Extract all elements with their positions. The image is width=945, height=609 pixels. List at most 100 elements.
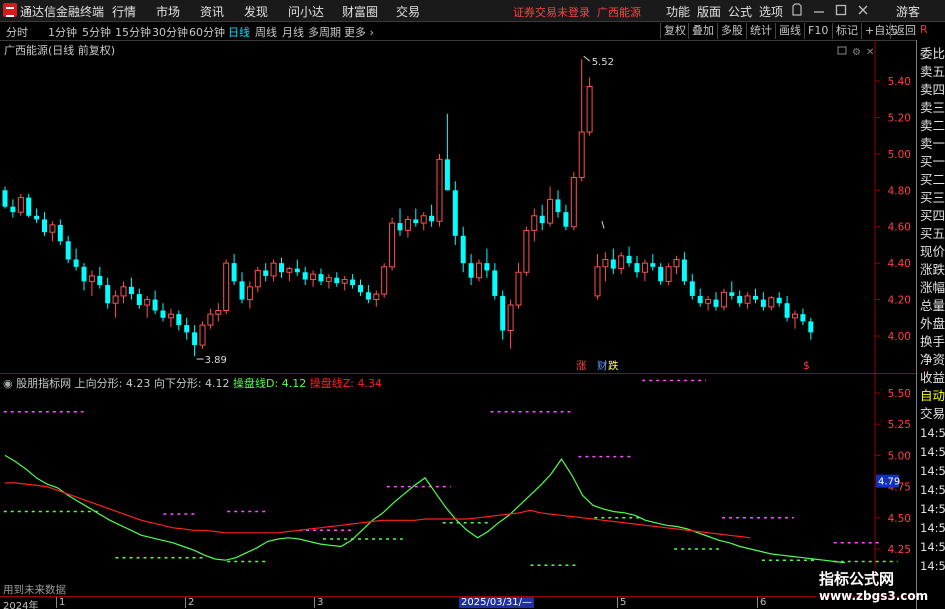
- candle-body: [2, 190, 8, 207]
- candlestick-chart[interactable]: 5.40 5.20 5.00 4.80 4.60 4.40 4.20 4.00 5.52 3.8…: [0, 40, 916, 373]
- event-marker-down: 跌: [608, 359, 619, 372]
- period-30min[interactable]: 30分钟: [152, 24, 188, 40]
- side-item-7[interactable]: 买二: [920, 173, 945, 187]
- candle-body: [286, 268, 293, 273]
- tool-overlay-button[interactable]: 叠加: [688, 23, 714, 39]
- event-marker-dividend: $: [803, 360, 810, 372]
- side-item-15[interactable]: 外盘: [920, 317, 945, 331]
- period-15min[interactable]: 15分钟: [115, 24, 151, 40]
- trade-time-6: 14:56: [920, 540, 945, 554]
- period-60min[interactable]: 60分钟: [189, 24, 225, 40]
- indicator-lines-group: [4, 454, 846, 564]
- candle-body: [26, 197, 32, 216]
- candle-body: [223, 262, 230, 311]
- period-multi[interactable]: 多周期: [308, 24, 341, 40]
- candle-body: [17, 197, 24, 213]
- candle-body: [610, 259, 616, 269]
- side-item-10[interactable]: 买五: [920, 227, 945, 241]
- candle-body: [784, 303, 790, 318]
- period-5min[interactable]: 5分钟: [82, 24, 111, 40]
- auto-refresh-toggle[interactable]: 自动: [920, 389, 945, 403]
- candle-body: [215, 310, 222, 315]
- candle-body: [547, 198, 554, 224]
- time-label-mar: 3: [314, 597, 323, 608]
- menu-item-function[interactable]: 功能: [666, 3, 690, 20]
- candle-body: [768, 297, 775, 308]
- login-status[interactable]: 证券交易未登录 广西能源: [513, 4, 641, 20]
- period-monthly[interactable]: 月线: [282, 24, 304, 40]
- tool-draw-line-button[interactable]: 画线: [775, 23, 801, 39]
- trade-time-1: 14:56: [920, 445, 945, 459]
- side-item-13[interactable]: 涨幅: [920, 281, 945, 295]
- side-item-17[interactable]: 净资: [920, 353, 945, 367]
- candle-body: [436, 158, 443, 222]
- side-item-1[interactable]: 卖五: [920, 65, 945, 79]
- period-daily[interactable]: 日线: [228, 24, 250, 40]
- title-bar: 通达信金融终端 行情 市场 资讯 发现 问小达 财富圈 交易 证券交易未登录 广…: [0, 0, 945, 22]
- candle-body: [49, 224, 56, 233]
- menu-item-ask-xiaoda[interactable]: 问小达: [288, 3, 324, 20]
- candle-body: [800, 314, 806, 322]
- side-item-2[interactable]: 卖四: [920, 83, 945, 97]
- menu-item-layout[interactable]: 版面: [697, 3, 721, 20]
- menu-item-news[interactable]: 资讯: [200, 3, 224, 20]
- tool-mark-button[interactable]: 标记: [832, 23, 858, 39]
- menu-item-formula[interactable]: 公式: [728, 3, 752, 20]
- chart-close-icon: ✕: [866, 47, 874, 58]
- period-intraday[interactable]: 分时: [6, 24, 28, 40]
- candle-body: [792, 313, 798, 319]
- guest-user-label[interactable]: 游客: [896, 3, 920, 20]
- period-more[interactable]: 更多 ›: [344, 24, 374, 40]
- side-item-16[interactable]: 换手: [920, 335, 945, 349]
- menu-item-discover[interactable]: 发现: [244, 3, 268, 20]
- candle-body: [507, 304, 514, 332]
- candle-body: [325, 277, 332, 282]
- candle-body: [713, 299, 719, 307]
- candle-body: [808, 321, 814, 333]
- menu-item-quotes[interactable]: 行情: [112, 3, 136, 20]
- side-item-0[interactable]: 委比: [920, 47, 945, 61]
- tool-back-button[interactable]: 返回: [890, 23, 916, 39]
- candle-body: [128, 286, 134, 295]
- tool-multi-stock-button[interactable]: 多股: [717, 23, 743, 39]
- app-title: 通达信金融终端: [20, 5, 105, 19]
- skin-icon[interactable]: [790, 2, 804, 18]
- maximize-icon[interactable]: [834, 2, 848, 18]
- period-1min[interactable]: 1分钟: [48, 24, 77, 40]
- candle-body: [753, 295, 758, 300]
- candle-body: [563, 212, 569, 227]
- trade-detail-label[interactable]: 交易: [920, 407, 945, 421]
- side-item-11[interactable]: 现价: [920, 245, 945, 259]
- candle-body: [10, 206, 16, 213]
- candle-body: [389, 222, 396, 268]
- realtime-badge: R: [920, 23, 928, 36]
- side-item-8[interactable]: 买三: [920, 191, 945, 205]
- indicator-chart[interactable]: 5.505.255.004.754.504.254.79: [0, 374, 916, 596]
- candle-body: [729, 292, 735, 296]
- side-item-4[interactable]: 卖二: [920, 119, 945, 133]
- tool-adjust-button[interactable]: 复权: [660, 23, 686, 39]
- app-window: 通达信金融终端 行情 市场 资讯 发现 问小达 财富圈 交易 证券交易未登录 广…: [0, 0, 945, 609]
- y-tick-label: 4.80: [888, 185, 911, 197]
- candles-group: [2, 59, 814, 357]
- tool-statistics-button[interactable]: 统计: [746, 23, 772, 39]
- menu-item-wealth-circle[interactable]: 财富圈: [342, 3, 378, 20]
- close-icon[interactable]: [856, 2, 870, 18]
- minimize-icon[interactable]: [812, 2, 826, 18]
- menu-item-options[interactable]: 选项: [759, 3, 783, 20]
- time-label-jan: 1: [56, 597, 65, 608]
- side-item-9[interactable]: 买四: [920, 209, 945, 223]
- candle-body: [184, 325, 190, 333]
- tool-f10-button[interactable]: F10: [804, 23, 828, 39]
- side-item-5[interactable]: 卖一: [920, 137, 945, 151]
- candle-body: [365, 292, 371, 300]
- side-item-6[interactable]: 买一: [920, 155, 945, 169]
- side-item-18[interactable]: 收益: [920, 371, 945, 385]
- period-weekly[interactable]: 周线: [255, 24, 277, 40]
- side-item-14[interactable]: 总量: [920, 299, 945, 313]
- side-item-3[interactable]: 卖三: [920, 101, 945, 115]
- menu-item-market[interactable]: 市场: [156, 3, 180, 20]
- menu-item-trade[interactable]: 交易: [396, 3, 420, 20]
- side-item-12[interactable]: 涨跌: [920, 263, 945, 277]
- candle-body: [254, 269, 261, 288]
